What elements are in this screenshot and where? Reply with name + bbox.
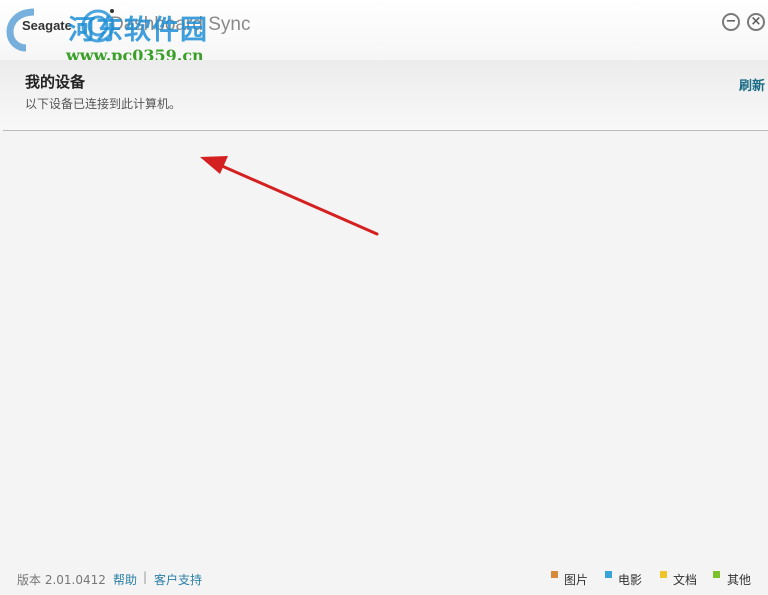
minimize-icon: − [725,14,737,29]
annotation-arrow-icon [200,156,379,236]
legend-label-movies: 电影 [618,573,643,587]
refresh-button[interactable]: 刷新 [739,75,765,94]
close-icon: × [750,14,762,29]
version-label: 版本 2.01.0412 [17,573,106,587]
watermark-title: 河东软件园 [68,15,208,46]
legend-swatch-pictures [551,571,558,578]
close-button[interactable]: × [747,13,765,31]
devices-header: 我的设备 以下设备已连接到此计算机。 刷新 [0,60,768,130]
legend-swatch-documents [660,571,667,578]
device-list-area [0,131,768,561]
legend-swatch-other [713,571,720,578]
link-separator: | [143,570,148,584]
page-title: 我的设备 [25,73,86,91]
page-subtitle: 以下设备已连接到此计算机。 [25,97,182,111]
title-bar: Seagate Dashboard Sync 河东软件园 www.pc0359.… [0,0,768,65]
customer-support-link[interactable]: 客户支持 [154,571,202,588]
legend-label-documents: 文档 [673,573,698,587]
footer: 版本 2.01.0412 帮助 | 客户支持 图片 电影 文档 其他 [0,566,768,595]
legend-label-pictures: 图片 [564,573,589,587]
legend-label-other: 其他 [727,573,752,587]
brand-name: Seagate [22,18,72,33]
minimize-button[interactable]: − [722,13,740,31]
legend-swatch-movies [605,571,612,578]
help-link[interactable]: 帮助 [113,571,137,588]
